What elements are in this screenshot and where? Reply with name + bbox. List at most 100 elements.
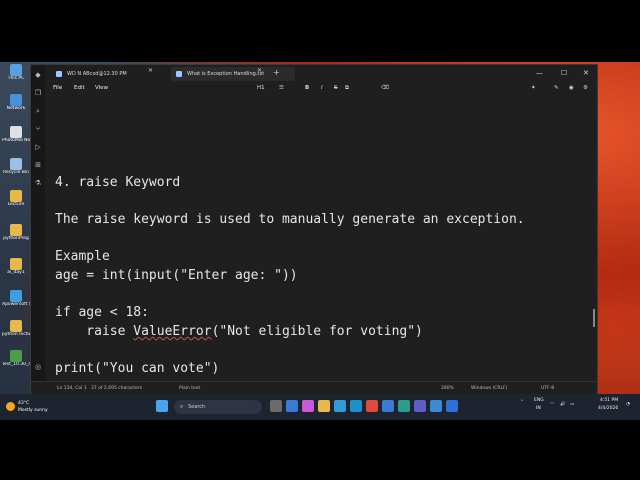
file-explorer-icon[interactable] bbox=[318, 400, 330, 412]
edge-icon[interactable] bbox=[350, 400, 362, 412]
volume-icon[interactable]: 🔊 bbox=[560, 402, 566, 407]
settings-icon[interactable]: ⚙ bbox=[583, 81, 588, 95]
desktop-icon-glyph bbox=[10, 258, 22, 270]
menu-bar: File Edit View H1 ☰ B I S ⧉ ⌫ ✦ ✎ ◉ ⚙ bbox=[31, 81, 597, 96]
list-icon[interactable]: ☰ bbox=[279, 81, 284, 95]
editor-line: raise ValueError("Not eligible for votin… bbox=[55, 323, 423, 339]
task-view-icon[interactable] bbox=[270, 400, 282, 412]
sun-icon bbox=[6, 402, 15, 411]
battery-icon[interactable]: ▭ bbox=[570, 402, 574, 407]
editor-line: age = int(input("Enter age: ")) bbox=[55, 268, 298, 283]
editor-line: print("You can vote") bbox=[55, 361, 220, 376]
tab-notes[interactable]: WD N ABcxd@12.30 PM bbox=[51, 67, 157, 81]
desktop-icon-label: python lecture bbox=[2, 332, 30, 337]
close-tab-icon[interactable]: ✕ bbox=[257, 67, 262, 74]
chrome-icon[interactable] bbox=[366, 400, 378, 412]
app-icon[interactable] bbox=[414, 400, 426, 412]
close-button[interactable]: ✕ bbox=[583, 67, 589, 79]
close-tab-icon[interactable]: ✕ bbox=[148, 67, 153, 74]
scrollbar-thumb[interactable] bbox=[593, 309, 595, 327]
desktop-icon[interactable]: Lecture bbox=[2, 190, 30, 208]
menu-view[interactable]: View bbox=[95, 81, 108, 95]
weather-widget[interactable]: 43°C Mostly sunny bbox=[4, 398, 64, 416]
desktop-icon[interactable]: Recycle Bin bbox=[2, 158, 30, 176]
testing-icon[interactable]: ⚗ bbox=[34, 179, 42, 187]
screen: This PC Network PhotoMio Notes Recycle Bin L… bbox=[0, 62, 640, 420]
desktop-icon-label: ai_day1 bbox=[7, 270, 25, 275]
desktop-icon-label: PhotoMio Notes bbox=[2, 138, 30, 143]
menu-edit[interactable]: Edit bbox=[74, 81, 85, 95]
notepad-icon bbox=[176, 71, 182, 77]
notifications-icon[interactable]: ◔ bbox=[626, 402, 630, 407]
start-icon[interactable] bbox=[156, 400, 168, 412]
strikethrough-button[interactable]: S bbox=[334, 81, 338, 95]
desktop-icon-glyph bbox=[10, 320, 22, 332]
desktop-icon-glyph bbox=[10, 64, 22, 76]
text-editor[interactable]: 4. raise Keyword The raise keyword is use… bbox=[45, 95, 597, 381]
desktop-icon-glyph bbox=[10, 158, 22, 170]
app-icon[interactable] bbox=[446, 400, 458, 412]
desktop-icon-label: Lecture bbox=[7, 202, 25, 207]
minimize-button[interactable]: — bbox=[536, 67, 543, 79]
clock-time[interactable]: 4:51 PM bbox=[600, 398, 618, 403]
desktop-icon[interactable]: Apowersoft Screen Rec... bbox=[2, 290, 30, 308]
desktop-icon-label: Recycle Bin bbox=[3, 170, 29, 175]
wifi-icon[interactable]: ◠ bbox=[550, 402, 554, 407]
clock-date[interactable]: 4/4/2026 bbox=[598, 406, 618, 411]
desktop-icon-label: Network bbox=[6, 106, 26, 111]
desktop-icon[interactable]: Network bbox=[2, 94, 30, 112]
desktop-icon-glyph bbox=[10, 224, 22, 236]
app-icon[interactable] bbox=[398, 400, 410, 412]
notepad-icon bbox=[56, 71, 62, 77]
account-icon[interactable]: ◉ bbox=[569, 81, 574, 95]
desktop-icon-glyph bbox=[10, 126, 22, 138]
editor-line: 4. raise Keyword bbox=[55, 175, 181, 190]
tab-label: What is Exception Handling.txt bbox=[187, 71, 265, 77]
editor-line: if age < 18: bbox=[55, 305, 149, 321]
taskbar-search[interactable]: ⌕ Search bbox=[174, 400, 262, 414]
desktop-icon[interactable]: Test_10.30_4 bbox=[2, 350, 30, 368]
weather-description: Mostly sunny bbox=[18, 408, 48, 413]
region[interactable]: IN bbox=[536, 406, 541, 411]
link-icon[interactable]: ⧉ bbox=[345, 81, 349, 95]
desktop-icon-label: This PC bbox=[7, 76, 25, 81]
run-debug-icon[interactable]: ▷ bbox=[34, 143, 42, 151]
maximize-button[interactable]: ☐ bbox=[561, 67, 567, 79]
desktop-icon[interactable]: pythonProg bbox=[2, 224, 30, 242]
copilot-icon[interactable]: ✦ bbox=[531, 81, 536, 95]
clear-format-icon[interactable]: ⌫ bbox=[381, 81, 389, 95]
desktop-icons: This PC Network PhotoMio Notes Recycle Bin L… bbox=[0, 62, 30, 392]
bold-button[interactable]: B bbox=[305, 81, 309, 95]
desktop-icon-glyph bbox=[10, 190, 22, 202]
desktop-icon[interactable]: This PC bbox=[2, 64, 30, 82]
menu-file[interactable]: File bbox=[53, 81, 62, 95]
account-icon[interactable]: ◎ bbox=[34, 363, 42, 371]
pen-icon[interactable]: ✎ bbox=[554, 81, 559, 95]
notepad-taskbar-icon[interactable] bbox=[382, 400, 394, 412]
tray-overflow-icon[interactable]: ⌃ bbox=[520, 400, 524, 405]
extensions-icon[interactable]: ⊞ bbox=[34, 161, 42, 169]
desktop-icon-glyph bbox=[10, 350, 22, 362]
files-icon[interactable]: ❐ bbox=[34, 89, 42, 97]
widgets-icon[interactable] bbox=[286, 400, 298, 412]
source-control-icon[interactable]: ⑂ bbox=[34, 125, 42, 133]
desktop-icon-label: pythonProg bbox=[3, 236, 29, 241]
heading-dropdown[interactable]: H1 bbox=[257, 81, 265, 95]
search-placeholder: Search bbox=[188, 404, 206, 410]
store-icon[interactable] bbox=[334, 400, 346, 412]
language[interactable]: ENG bbox=[534, 398, 544, 403]
italic-button[interactable]: I bbox=[321, 81, 323, 95]
title-bar[interactable]: WD N ABcxd@12.30 PM ✕ What is Exception … bbox=[31, 65, 597, 81]
spelling-error[interactable]: ValueError bbox=[133, 324, 211, 339]
search-icon[interactable]: ⌕ bbox=[34, 107, 42, 115]
new-tab-button[interactable]: + bbox=[273, 67, 280, 79]
copilot-icon[interactable] bbox=[302, 400, 314, 412]
desktop-icon[interactable]: python lecture bbox=[2, 320, 30, 338]
app-sidebar: ◆ ❐ ⌕ ⑂ ▷ ⊞ ⚗ ◎ ⚙ bbox=[31, 65, 45, 395]
desktop-icon-label: Apowersoft Screen Rec... bbox=[2, 302, 30, 307]
vscode-taskbar-icon[interactable] bbox=[430, 400, 442, 412]
vscode-icon[interactable]: ◆ bbox=[34, 71, 42, 79]
desktop-icon[interactable]: ai_day1 bbox=[2, 258, 30, 276]
desktop-icon[interactable]: PhotoMio Notes bbox=[2, 126, 30, 144]
desktop-icon-glyph bbox=[10, 290, 22, 302]
